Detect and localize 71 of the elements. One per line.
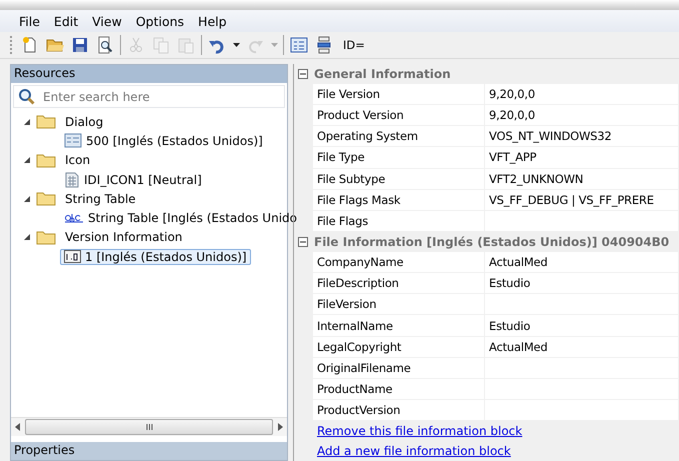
print-preview-icon[interactable] <box>96 36 114 54</box>
property-name: InternalName <box>313 315 485 336</box>
version-icon <box>64 250 81 264</box>
expand-arrow-icon[interactable] <box>23 194 31 203</box>
tree-item[interactable]: Dialog <box>61 114 108 130</box>
property-value[interactable]: 9,20,0,0 <box>485 105 679 126</box>
link[interactable]: Remove this file information block <box>317 421 522 442</box>
property-name: File Flags Mask <box>313 190 485 210</box>
collapse-icon[interactable] <box>298 237 308 248</box>
menu-item[interactable]: Options <box>128 14 192 28</box>
folder-icon <box>36 230 56 245</box>
property-name: File Version <box>313 84 485 104</box>
menu-item[interactable]: View <box>85 14 129 28</box>
search-icon <box>18 88 35 105</box>
panel-header: Properties <box>11 442 287 460</box>
search-field[interactable]: Enter search here <box>43 90 280 104</box>
expand-arrow-icon[interactable] <box>23 118 31 126</box>
property-name: ProductName <box>313 378 485 400</box>
folder-icon <box>36 114 56 130</box>
expand-arrow-icon[interactable] <box>23 233 31 242</box>
property-value[interactable]: Estudio <box>485 273 679 294</box>
expand-arrow-icon[interactable] <box>23 156 31 164</box>
property-value[interactable]: VS_FF_DEBUG | VS_FF_PRERE <box>485 190 679 210</box>
form-icon <box>64 133 82 148</box>
document-icon <box>64 172 80 188</box>
scroll-right-icon[interactable] <box>277 423 283 431</box>
property-name: OriginalFilename <box>313 358 485 378</box>
property-name: File Subtype <box>313 168 485 189</box>
folder-icon <box>36 191 56 206</box>
tree-item[interactable]: String Table <box>61 190 140 207</box>
search-box[interactable]: Enter search here <box>13 85 285 108</box>
property-name: Operating System <box>313 126 485 146</box>
folder-icon <box>36 152 56 168</box>
scrollbar-thumb[interactable] <box>25 419 273 435</box>
tree-item[interactable]: 500 [Inglés (Estados Unidos)] <box>60 132 267 150</box>
menu-item[interactable]: Help <box>191 14 234 28</box>
property-value[interactable]: 9,20,0,0 <box>485 84 679 104</box>
property-value[interactable]: ActualMed <box>485 252 679 272</box>
menu-item[interactable]: File <box>12 14 47 28</box>
section-title: General Information <box>314 66 451 81</box>
id-label: ID= <box>343 38 365 52</box>
tree-item[interactable]: IDI_ICON1 [Neutral] <box>60 170 206 189</box>
menu-item[interactable]: Edit <box>46 14 86 28</box>
grip-icon <box>146 424 152 430</box>
scroll-left-icon[interactable] <box>15 423 21 431</box>
property-name: File Flags <box>313 210 485 232</box>
property-value[interactable]: VOS_NT_WINDOWS32 <box>485 126 679 146</box>
property-name: FileDescription <box>313 273 485 294</box>
layers-icon[interactable] <box>315 36 333 54</box>
dropdown-caret-icon[interactable] <box>232 43 240 47</box>
tree-item[interactable]: 1 [Inglés (Estados Unidos)] <box>60 248 251 265</box>
tree-item[interactable]: Version Information <box>61 229 186 246</box>
tree-item[interactable]: String Table [Inglés (Estados Unido <box>60 210 301 226</box>
property-name: CompanyName <box>313 252 485 272</box>
abc-icon <box>64 212 84 224</box>
property-name: ProductVersion <box>313 400 485 420</box>
property-name: File Type <box>313 147 485 168</box>
property-value[interactable]: VFT2_UNKNOWN <box>485 168 679 189</box>
property-value[interactable]: VFT_APP <box>485 147 679 168</box>
panel-header: Resources <box>11 65 287 83</box>
save-icon[interactable] <box>71 36 89 54</box>
property-name: Product Version <box>313 105 485 126</box>
form-icon[interactable] <box>290 36 308 54</box>
collapse-icon[interactable] <box>298 68 308 79</box>
section-title: File Information [Inglés (Estados Unidos)] 040904B0 <box>314 235 670 250</box>
tree-item[interactable]: Icon <box>61 152 94 168</box>
property-name: LegalCopyright <box>313 336 485 357</box>
link[interactable]: Add a new file information block <box>317 441 511 461</box>
property-name: FileVersion <box>313 294 485 314</box>
property-value[interactable]: ActualMed <box>485 336 679 357</box>
property-value[interactable]: Estudio <box>485 315 679 336</box>
